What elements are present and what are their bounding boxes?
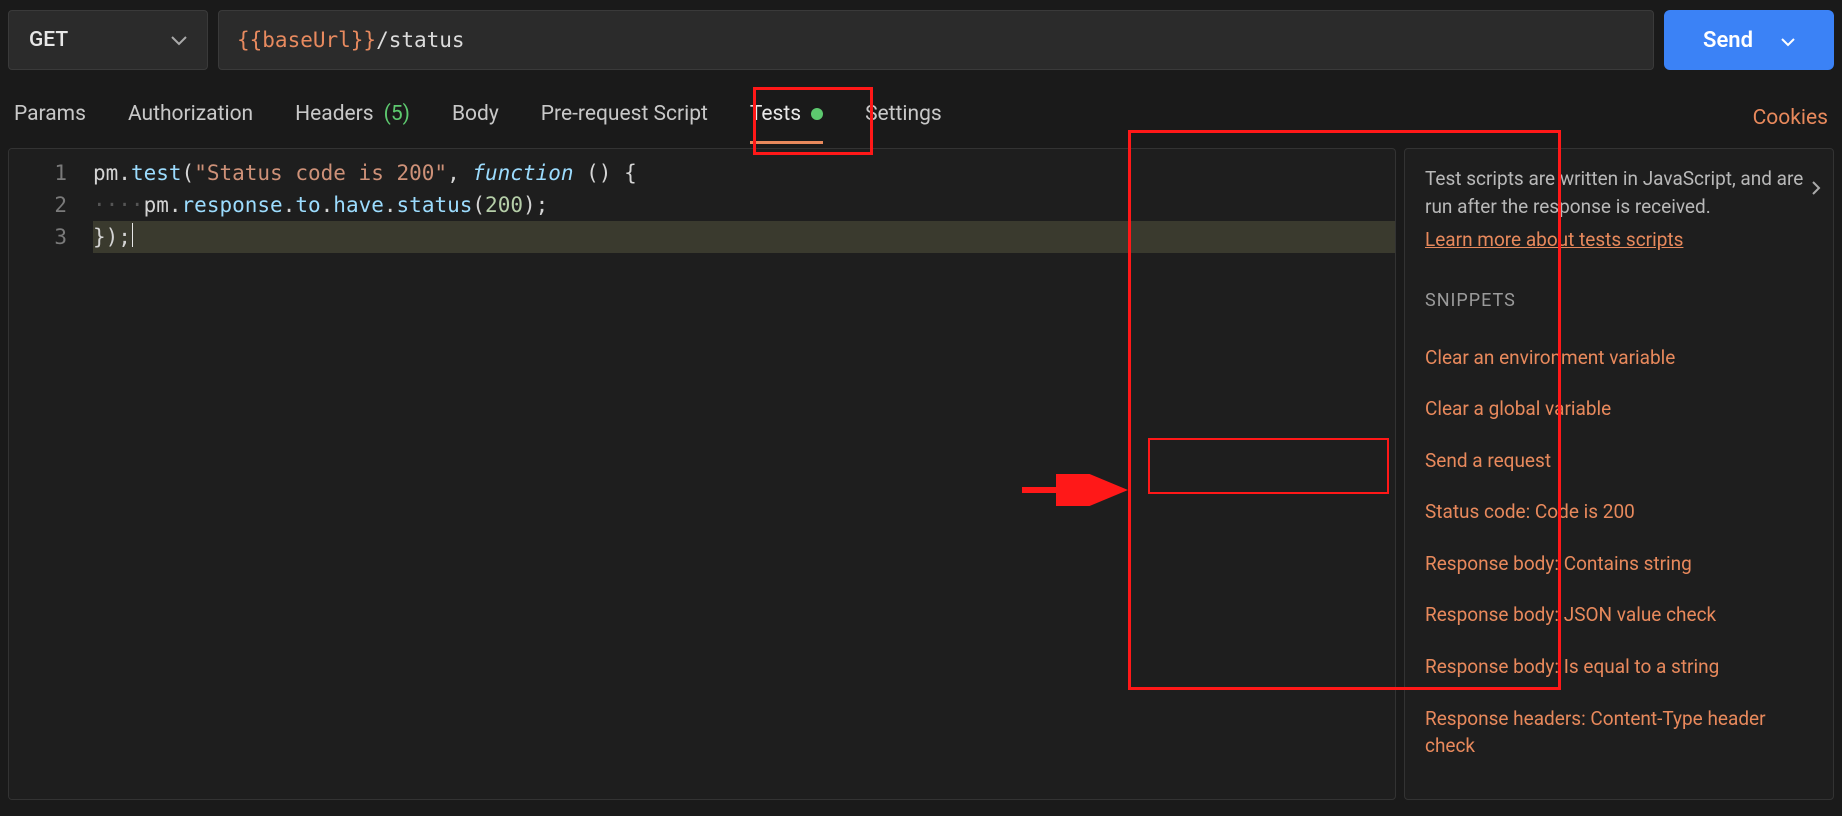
editor-code[interactable]: pm.test("Status code is 200", function (… — [93, 149, 1395, 799]
snippet-status-200[interactable]: Status code: Code is 200 — [1425, 486, 1813, 538]
tab-params[interactable]: Params — [14, 92, 86, 144]
send-button[interactable]: Send — [1664, 10, 1834, 70]
http-method-select[interactable]: GET — [8, 10, 208, 70]
url-input[interactable]: {{baseUrl}}/status — [218, 10, 1654, 70]
tab-body[interactable]: Body — [452, 92, 499, 144]
tab-authorization[interactable]: Authorization — [128, 92, 253, 144]
headers-count: (5) — [384, 102, 410, 126]
tab-headers[interactable]: Headers (5) — [295, 92, 410, 144]
snippet-body-equal[interactable]: Response body: Is equal to a string — [1425, 641, 1813, 693]
chevron-down-icon — [1781, 28, 1795, 53]
tab-settings[interactable]: Settings — [865, 92, 942, 144]
snippet-clear-global-var[interactable]: Clear a global variable — [1425, 383, 1813, 435]
send-label: Send — [1703, 28, 1753, 53]
snippet-content-type[interactable]: Response headers: Content-Type header ch… — [1425, 693, 1813, 772]
cookies-link[interactable]: Cookies — [1753, 106, 1828, 130]
snippets-panel: Test scripts are written in JavaScript, … — [1404, 148, 1834, 800]
collapse-panel-icon[interactable] — [1811, 175, 1821, 204]
text-cursor — [132, 223, 134, 247]
request-tabs: Params Authorization Headers (5) Body Pr… — [14, 92, 942, 144]
snippet-body-contains[interactable]: Response body: Contains string — [1425, 538, 1813, 590]
tab-prerequest[interactable]: Pre-request Script — [541, 92, 708, 144]
url-path: /status — [376, 28, 465, 52]
editor-gutter: 1 2 3 — [9, 149, 93, 799]
tab-tests[interactable]: Tests — [750, 92, 823, 144]
learn-more-link[interactable]: Learn more about tests scripts — [1425, 226, 1813, 254]
snippets-description: Test scripts are written in JavaScript, … — [1425, 165, 1813, 220]
url-variable: {{baseUrl}} — [237, 28, 376, 52]
tests-code-editor[interactable]: 1 2 3 pm.test("Status code is 200", func… — [8, 148, 1396, 800]
snippet-clear-env-var[interactable]: Clear an environment variable — [1425, 332, 1813, 384]
http-method-value: GET — [29, 28, 68, 52]
chevron-down-icon — [171, 28, 187, 52]
snippet-json-value[interactable]: Response body: JSON value check — [1425, 589, 1813, 641]
snippets-header: SNIPPETS — [1425, 288, 1813, 314]
snippet-send-request[interactable]: Send a request — [1425, 435, 1813, 487]
modified-dot-icon — [811, 108, 823, 120]
